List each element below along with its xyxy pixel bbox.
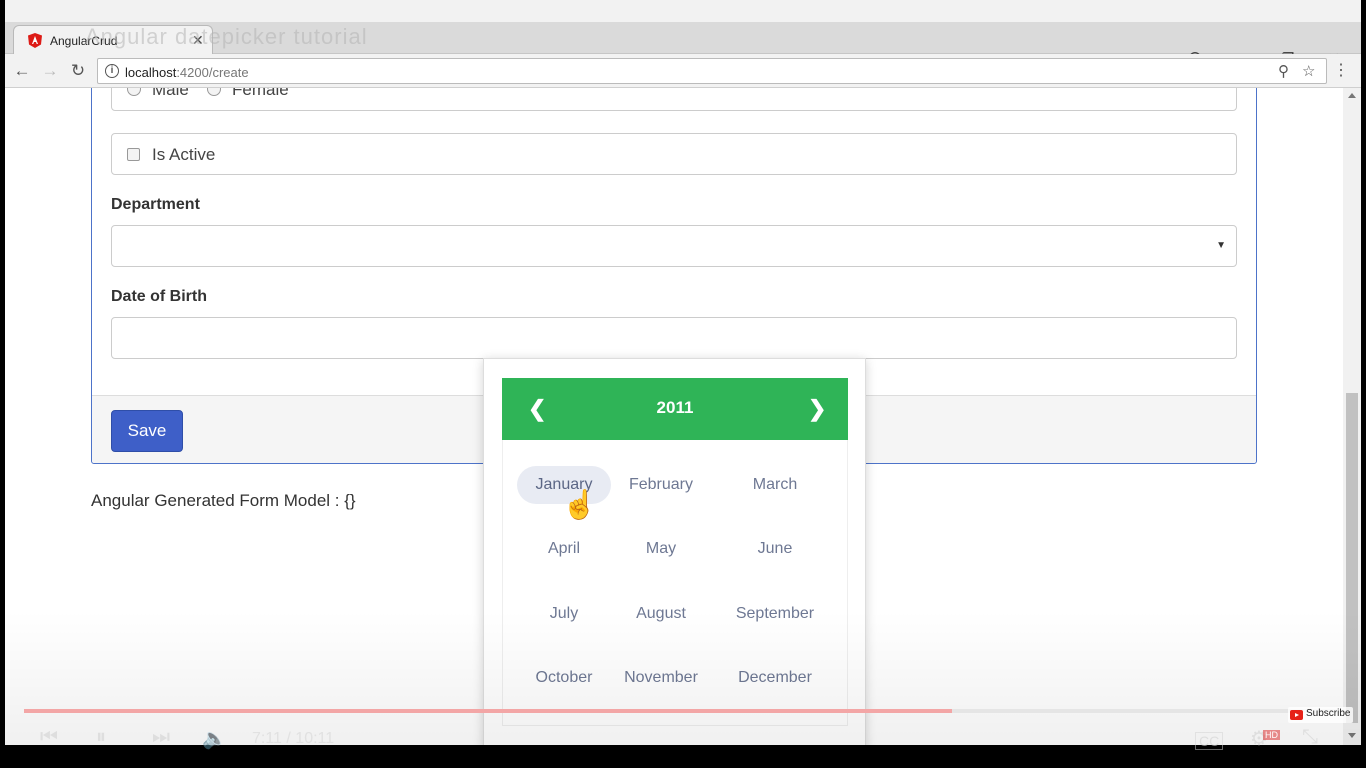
previous-icon[interactable]: ⏮ bbox=[40, 726, 58, 749]
forward-icon[interactable]: → bbox=[39, 60, 61, 82]
picker-header: ❮ 2011 ❯ bbox=[502, 378, 848, 440]
tab-strip: AngularCrud ✕ Angular datepicker tutoria… bbox=[5, 22, 1361, 66]
page-viewport: Male Female Is Active Department ▼ Date … bbox=[5, 88, 1361, 745]
more-menu-icon[interactable]: ⋮ bbox=[1333, 60, 1349, 80]
scroll-up-icon[interactable] bbox=[1348, 93, 1356, 98]
video-progress-fill bbox=[24, 709, 952, 713]
angular-icon bbox=[28, 33, 42, 48]
female-radio[interactable] bbox=[207, 88, 221, 96]
next-icon[interactable]: ⏭ bbox=[152, 726, 170, 749]
chevron-down-icon: ▼ bbox=[1216, 240, 1226, 251]
is-active-field: Is Active bbox=[111, 133, 1237, 175]
dob-label: Date of Birth bbox=[111, 288, 207, 305]
month-may[interactable]: May bbox=[614, 530, 708, 568]
dob-input[interactable] bbox=[111, 317, 1237, 359]
video-title-overlay: Angular datepicker tutorial bbox=[85, 24, 368, 49]
male-radio[interactable] bbox=[127, 88, 141, 96]
url-host: localhost bbox=[125, 65, 177, 80]
video-progress-bar[interactable] bbox=[24, 709, 1344, 713]
hd-badge: HD bbox=[1263, 730, 1280, 740]
month-july[interactable]: July bbox=[517, 595, 611, 633]
form-model-text: Angular Generated Form Model : {} bbox=[91, 491, 356, 510]
url-text: localhost:4200/create bbox=[125, 65, 249, 80]
month-december[interactable]: December bbox=[728, 659, 822, 697]
zoom-icon[interactable]: ⚲ bbox=[1278, 62, 1289, 80]
scrollbar[interactable] bbox=[1343, 88, 1361, 745]
url-path: :4200/create bbox=[176, 65, 249, 80]
back-icon[interactable]: ← bbox=[11, 60, 33, 82]
captions-icon[interactable]: CC bbox=[1195, 732, 1224, 750]
next-year-button[interactable]: ❯ bbox=[808, 396, 826, 422]
subscribe-button[interactable]: Subscribe bbox=[1288, 707, 1354, 723]
month-november[interactable]: November bbox=[614, 659, 708, 697]
department-label: Department bbox=[111, 196, 200, 213]
save-button[interactable]: Save bbox=[111, 410, 183, 452]
month-september[interactable]: September bbox=[728, 595, 822, 633]
is-active-checkbox[interactable] bbox=[127, 148, 140, 161]
month-grid: January February March April May June July Augu… bbox=[502, 440, 848, 726]
month-april[interactable]: April bbox=[517, 530, 611, 568]
browser-chrome: AngularCrud ✕ Angular datepicker tutoria… bbox=[5, 0, 1361, 88]
month-august[interactable]: August bbox=[614, 595, 708, 633]
is-active-label: Is Active bbox=[152, 145, 216, 164]
pause-icon[interactable]: ⏸ bbox=[96, 726, 106, 749]
female-radio-label: Female bbox=[232, 88, 289, 99]
address-bar[interactable]: i localhost:4200/create ⚲ ☆ bbox=[97, 58, 1327, 84]
exit-fullscreen-icon[interactable]: ⤡ bbox=[1302, 726, 1318, 749]
male-radio-label: Male bbox=[152, 88, 189, 99]
bookmark-star-icon[interactable]: ☆ bbox=[1302, 62, 1315, 80]
scroll-down-icon[interactable] bbox=[1348, 733, 1356, 738]
month-march[interactable]: March bbox=[728, 466, 822, 504]
picker-year[interactable]: 2011 bbox=[502, 398, 848, 418]
youtube-icon bbox=[1290, 710, 1303, 720]
volume-icon[interactable]: 🔈 bbox=[202, 726, 227, 751]
month-october[interactable]: October bbox=[517, 659, 611, 697]
subscribe-label: Subscribe bbox=[1306, 708, 1351, 719]
month-january[interactable]: January bbox=[517, 466, 611, 504]
month-picker: ❮ 2011 ❯ January February March April May Jun… bbox=[483, 358, 866, 745]
scrollbar-thumb[interactable] bbox=[1346, 393, 1358, 723]
department-select[interactable]: ▼ bbox=[111, 225, 1237, 267]
info-icon[interactable]: i bbox=[105, 64, 119, 78]
reload-icon[interactable]: ↻ bbox=[67, 60, 89, 82]
month-june[interactable]: June bbox=[728, 530, 822, 568]
gender-field: Male Female bbox=[111, 88, 1237, 111]
month-february[interactable]: February bbox=[614, 466, 708, 504]
video-time: 7:11 / 10:11 bbox=[252, 730, 335, 747]
browser-toolbar: ← → ↻ i localhost:4200/create ⚲ ☆ ⋮ bbox=[5, 54, 1361, 88]
